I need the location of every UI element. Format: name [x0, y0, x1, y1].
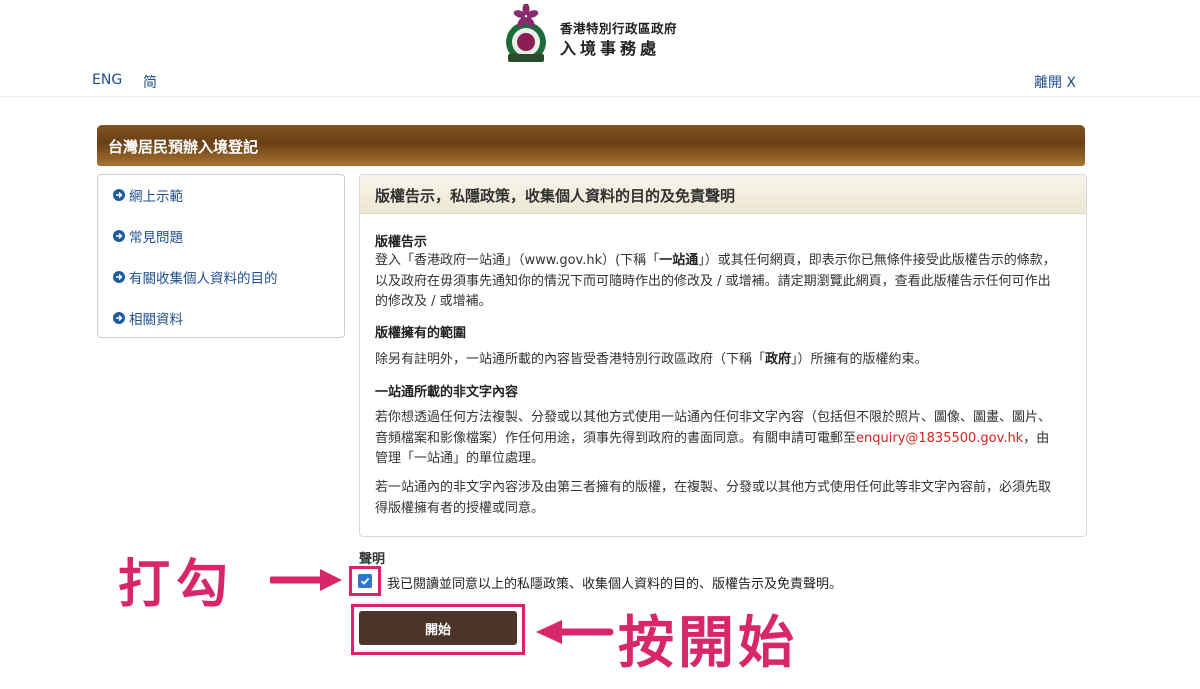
copyright-paragraph: 登入「香港政府一站通」（www.gov.hk）(下稱「一站通」）或其任何網頁，即… — [375, 253, 1056, 309]
circle-arrow-right-icon — [113, 271, 125, 283]
sidebar: 網上示範 常見問題 有關收集個人資料的目的 相關資料 — [97, 174, 345, 338]
scope-paragraph: 除另有註明外，一站通所載的內容皆受香港特別行政區政府（下稱「政府」）所擁有的版權… — [375, 352, 928, 367]
checkmark-icon — [360, 577, 370, 585]
thirdparty-paragraph: 若一站通內的非文字內容涉及由第三者擁有的版權，在複製、分發或以其他方式使用任何此… — [375, 480, 1052, 516]
annotation-tick-text: 打勾 — [118, 555, 235, 615]
enquiry-email-link[interactable]: enquiry@1835500.gov.hk — [856, 431, 1023, 446]
sidebar-item-label: 網上示範 — [129, 189, 183, 205]
nontext-heading: 一站通所載的非文字內容 — [375, 385, 519, 400]
sidebar-item-data-purpose[interactable]: 有關收集個人資料的目的 — [113, 267, 278, 287]
scope-heading: 版權擁有的範圍 — [375, 326, 467, 341]
nontext-paragraph: 若你想透過任何方法複製、分發或以其他方式使用一站通內任何非文字內容（包括但不限於… — [375, 410, 1052, 466]
circle-arrow-right-icon — [113, 312, 125, 324]
start-button[interactable]: 開始 — [359, 611, 517, 645]
lang-eng-link[interactable]: ENG — [92, 72, 122, 88]
panel-header: 版權告示，私隱政策，收集個人資料的目的及免責聲明 — [360, 175, 1086, 214]
bauhinia-crest-icon — [506, 4, 546, 62]
copyright-heading: 版權告示 — [375, 235, 428, 250]
circle-arrow-right-icon — [113, 230, 125, 242]
terms-panel[interactable]: 版權告示，私隱政策，收集個人資料的目的及免責聲明 版權告示 登入「香港政府一站通… — [359, 174, 1087, 537]
page-title: 台灣居民預辦入境登記 — [108, 138, 259, 156]
lang-simplified-link[interactable]: 简 — [143, 72, 157, 92]
agree-checkbox[interactable] — [358, 574, 372, 588]
agree-checkbox-label[interactable]: 我已閱讀並同意以上的私隱政策、收集個人資料的目的、版權告示及免責聲明。 — [387, 573, 842, 592]
panel-title: 版權告示，私隱政策，收集個人資料的目的及免責聲明 — [375, 187, 736, 205]
annotation-press-start-text: 按開始 — [618, 611, 798, 676]
arrow-left-icon — [536, 620, 614, 644]
page-title-bar: 台灣居民預辦入境登記 — [97, 125, 1085, 166]
sidebar-item-demo[interactable]: 網上示範 — [113, 185, 183, 205]
circle-arrow-right-icon — [113, 189, 125, 201]
arrow-right-icon — [270, 569, 342, 591]
sidebar-item-label: 有關收集個人資料的目的 — [129, 271, 278, 287]
sidebar-item-faq[interactable]: 常見問題 — [113, 226, 183, 246]
org-name-line2: 入境事務處 — [560, 39, 661, 58]
sidebar-item-related-info[interactable]: 相關資料 — [113, 308, 183, 328]
immd-logo: 香港特別行政區政府 入境事務處 — [498, 4, 708, 66]
sidebar-item-label: 相關資料 — [129, 312, 183, 328]
declaration-label: 聲明 — [359, 552, 386, 567]
sidebar-item-label: 常見問題 — [129, 230, 183, 246]
exit-link[interactable]: 離開 X — [1034, 72, 1076, 92]
header-divider — [0, 96, 1200, 97]
